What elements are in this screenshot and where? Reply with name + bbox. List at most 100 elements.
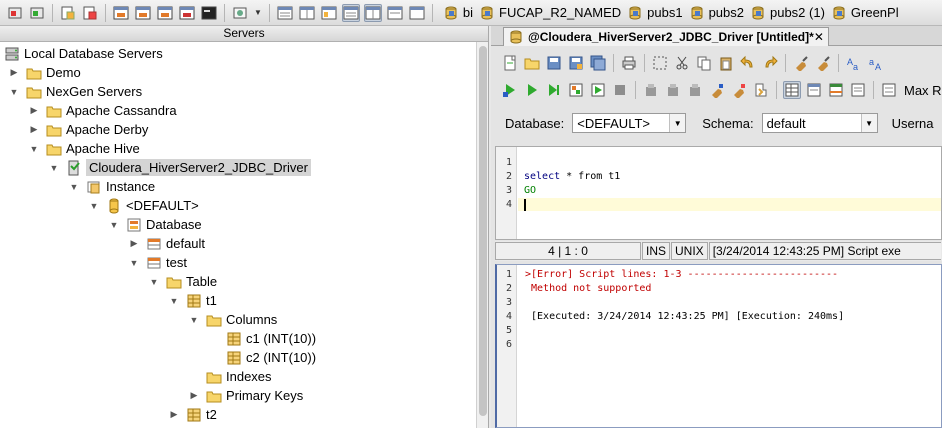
sql-editor[interactable]: 1 2 3 4 select * from t1 GO [495,146,942,240]
chevron-down-icon[interactable]: ▼ [254,8,262,17]
execute-step-icon[interactable] [545,81,563,99]
tree-vertical-scrollbar[interactable] [476,42,488,428]
collapse-arrow-icon[interactable]: ▼ [128,257,140,269]
collapse-arrow-icon[interactable]: ▼ [168,295,180,307]
connection-pubs2-1[interactable]: pubs2 (1) [750,5,825,21]
tree-node-apache-derby[interactable]: ▶ Apache Derby [28,120,149,139]
new-script-icon[interactable] [501,54,519,72]
layout-horizontal-icon[interactable] [276,4,294,22]
results-split-icon[interactable] [827,81,845,99]
change-case-icon[interactable]: aA [867,54,885,72]
collapse-arrow-icon[interactable]: ▼ [188,314,200,326]
tree-node-default-instance[interactable]: ▼ <DEFAULT> [88,196,199,215]
results-grid-icon[interactable] [783,81,801,99]
collapse-arrow-icon[interactable]: ▼ [8,86,20,98]
collapse-arrow-icon[interactable]: ▼ [28,143,40,155]
tree-node-primary-keys[interactable]: ▶ Primary Keys [188,386,304,405]
layout-split-icon[interactable] [363,3,382,22]
schema-select[interactable]: default ▼ [761,113,878,133]
collapse-arrow-icon[interactable]: ▼ [148,276,160,288]
tree-node-column-c1[interactable]: c1 (INT(10)) [226,329,316,348]
undo-icon[interactable] [739,54,757,72]
tools-menu-icon[interactable] [231,4,249,22]
tree-node-table-t2[interactable]: ▶ t2 [168,405,217,424]
object-properties-icon[interactable] [59,4,77,22]
save-all-icon[interactable] [589,54,607,72]
select-all-icon[interactable] [651,54,669,72]
layout-grid-icon[interactable] [341,3,360,22]
paste-icon[interactable] [717,54,735,72]
results-output[interactable]: 1 2 3 4 5 6 >[Error] Script lines: 1-3 -… [495,264,942,428]
connection-pubs2[interactable]: pubs2 [689,5,744,21]
layout-detail-icon[interactable] [408,4,426,22]
connect-icon[interactable] [6,4,24,22]
tree-node-test-schema[interactable]: ▼ test [128,253,187,272]
query-window-icon[interactable] [112,4,130,22]
results-text-icon[interactable] [805,81,823,99]
save-icon[interactable] [545,54,563,72]
connection-bi[interactable]: bi [443,5,473,21]
find-icon[interactable] [792,54,810,72]
commit-icon[interactable] [642,81,660,99]
save-as-icon[interactable] [567,54,585,72]
collapse-arrow-icon[interactable]: ▼ [88,200,100,212]
collapse-arrow-icon[interactable]: ▼ [108,219,120,231]
chevron-down-icon[interactable]: ▼ [860,114,877,132]
database-select[interactable]: <DEFAULT> ▼ [572,113,687,133]
tree-node-apache-hive[interactable]: ▼ Apache Hive [28,139,140,158]
compare-icon[interactable] [178,4,196,22]
layout-list-icon[interactable] [386,4,404,22]
execute-explain-icon[interactable] [589,81,607,99]
bookmark-icon[interactable] [708,81,726,99]
format-sql-icon[interactable]: Aa [845,54,863,72]
scrollbar-thumb[interactable] [479,46,487,416]
tree-node-table-folder[interactable]: ▼ Table [148,272,218,291]
execute-current-icon[interactable] [501,81,519,99]
expand-arrow-icon[interactable]: ▶ [28,105,40,117]
connection-greenplum[interactable]: GreenPl [831,5,899,21]
expand-arrow-icon[interactable]: ▶ [188,390,200,402]
history-icon[interactable] [730,81,748,99]
connection-pubs1[interactable]: pubs1 [627,5,683,21]
tree-node-apache-cassandra[interactable]: ▶ Apache Cassandra [28,101,177,120]
expand-arrow-icon[interactable]: ▶ [28,124,40,136]
redo-icon[interactable] [761,54,779,72]
tree-node-indexes[interactable]: Indexes [206,367,272,386]
object-edit-icon[interactable] [81,4,99,22]
terminal-icon[interactable] [200,4,218,22]
print-icon[interactable] [620,54,638,72]
add-server-icon[interactable] [28,4,46,22]
replace-icon[interactable] [814,54,832,72]
explain-plan-icon[interactable] [567,81,585,99]
parameters-icon[interactable] [752,81,770,99]
execute-icon[interactable] [523,81,541,99]
expand-arrow-icon[interactable]: ▶ [8,67,20,79]
open-folder-icon[interactable] [523,54,541,72]
tree-node-table-t1[interactable]: ▼ t1 [168,291,217,310]
tree-node-demo[interactable]: ▶ Demo [8,63,81,82]
tree-node-nexgen-servers[interactable]: ▼ NexGen Servers [8,82,143,101]
tree-node-database[interactable]: ▼ Database [108,215,202,234]
query-builder-icon[interactable] [134,4,152,22]
rollback-icon[interactable] [664,81,682,99]
tree-node-column-c2[interactable]: c2 (INT(10)) [226,348,316,367]
tree-node-instance[interactable]: ▼ Instance [68,177,156,196]
stop-icon[interactable] [611,81,629,99]
tree-node-columns[interactable]: ▼ Columns [188,310,278,329]
collapse-arrow-icon[interactable]: ▼ [68,181,80,193]
results-single-icon[interactable] [849,81,867,99]
expand-arrow-icon[interactable]: ▶ [128,238,140,250]
expand-arrow-icon[interactable]: ▶ [168,409,180,421]
copy-icon[interactable] [695,54,713,72]
script-window-icon[interactable] [156,4,174,22]
editor-tab[interactable]: @Cloudera_HiverServer2_JDBC_Driver [Unti… [503,27,829,46]
collapse-arrow-icon[interactable]: ▼ [48,162,60,174]
tree-node-cloudera-server[interactable]: ▼ Cloudera_HiverServer2_JDBC_Driver [48,158,311,177]
layout-vertical-icon[interactable] [298,4,316,22]
chevron-down-icon[interactable]: ▼ [669,114,686,132]
cut-icon[interactable] [673,54,691,72]
layout-tabbed-icon[interactable] [320,4,338,22]
tree-node-local-database-servers[interactable]: Local Database Servers [4,44,163,63]
tree-node-default-schema[interactable]: ▶ default [128,234,206,253]
auto-commit-icon[interactable] [686,81,704,99]
